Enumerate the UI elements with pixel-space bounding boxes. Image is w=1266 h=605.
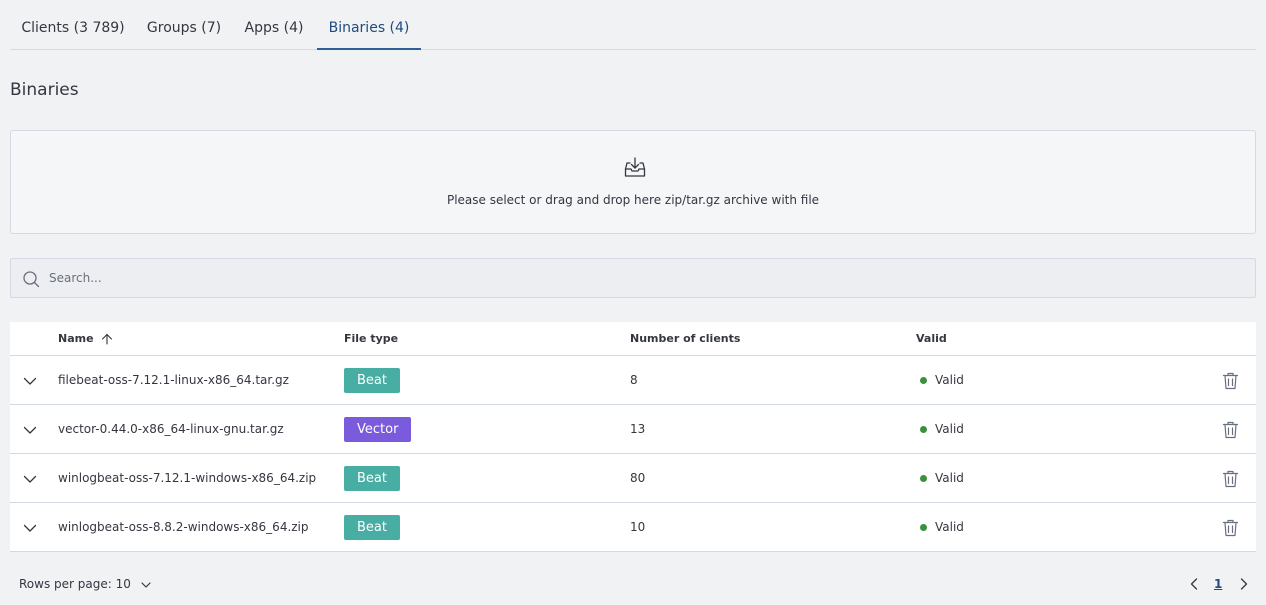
download-tray-icon bbox=[624, 157, 646, 177]
clients-count: 13 bbox=[630, 422, 646, 436]
column-header-name-label: Name bbox=[58, 332, 94, 345]
file-type-badge: Beat bbox=[344, 466, 400, 491]
search-bar bbox=[10, 258, 1256, 298]
table-row: winlogbeat-oss-8.8.2-windows-x86_64.zip … bbox=[10, 503, 1256, 552]
status-dot bbox=[920, 475, 927, 482]
status-text: Valid bbox=[935, 520, 964, 534]
column-header-name[interactable]: Name bbox=[58, 322, 113, 356]
chevron-down-icon[interactable] bbox=[22, 471, 38, 487]
trash-icon[interactable] bbox=[1222, 372, 1239, 390]
tab-clients[interactable]: Clients (3 789) bbox=[10, 0, 136, 50]
clients-count: 10 bbox=[630, 520, 646, 534]
tab-bar: Clients (3 789) Groups (7) Apps (4) Bina… bbox=[10, 0, 1256, 50]
trash-icon[interactable] bbox=[1222, 519, 1239, 537]
file-upload-dropzone[interactable]: Please select or drag and drop here zip/… bbox=[10, 130, 1256, 234]
file-type-badge: Beat bbox=[344, 515, 400, 540]
table-row: filebeat-oss-7.12.1-linux-x86_64.tar.gz … bbox=[10, 356, 1256, 405]
tab-apps[interactable]: Apps (4) bbox=[232, 0, 316, 50]
column-header-valid: Valid bbox=[916, 332, 947, 345]
search-icon bbox=[23, 271, 40, 288]
tab-groups[interactable]: Groups (7) bbox=[136, 0, 232, 50]
clients-count: 8 bbox=[630, 373, 638, 387]
table-row: vector-0.44.0-x86_64-linux-gnu.tar.gz Ve… bbox=[10, 405, 1256, 454]
rows-per-page-select[interactable]: Rows per page: 10 bbox=[19, 570, 152, 598]
page-title: Binaries bbox=[10, 80, 79, 100]
tab-binaries[interactable]: Binaries (4) bbox=[317, 0, 421, 50]
status-dot bbox=[920, 377, 927, 384]
page-number-button[interactable]: 1 bbox=[1214, 570, 1222, 598]
binary-name: winlogbeat-oss-7.12.1-windows-x86_64.zip bbox=[58, 471, 317, 485]
column-header-file-type: File type bbox=[344, 332, 399, 345]
chevron-down-icon[interactable] bbox=[22, 520, 38, 536]
status-text: Valid bbox=[935, 471, 964, 485]
status-text: Valid bbox=[935, 422, 964, 436]
file-type-badge: Vector bbox=[344, 417, 412, 442]
table-footer: Rows per page: 10 1 bbox=[0, 570, 1266, 598]
chevron-left-icon[interactable] bbox=[1187, 577, 1201, 591]
status-dot bbox=[920, 426, 927, 433]
column-header-clients: Number of clients bbox=[630, 332, 741, 345]
dropzone-text: Please select or drag and drop here zip/… bbox=[446, 193, 820, 207]
chevron-down-icon[interactable] bbox=[22, 373, 38, 389]
arrow-up-icon bbox=[102, 333, 113, 345]
rows-per-page-label: Rows per page: 10 bbox=[19, 577, 131, 591]
chevron-down-icon[interactable] bbox=[22, 422, 38, 438]
status-text: Valid bbox=[935, 373, 964, 387]
file-type-badge: Beat bbox=[344, 368, 400, 393]
trash-icon[interactable] bbox=[1222, 421, 1239, 439]
clients-count: 80 bbox=[630, 471, 646, 485]
table-row: winlogbeat-oss-7.12.1-windows-x86_64.zip… bbox=[10, 454, 1256, 503]
binary-name: winlogbeat-oss-8.8.2-windows-x86_64.zip bbox=[58, 520, 309, 534]
table-header: Name File type Number of clients Valid bbox=[10, 322, 1256, 356]
chevron-down-icon bbox=[141, 581, 151, 588]
chevron-right-icon[interactable] bbox=[1237, 577, 1251, 591]
status-dot bbox=[920, 524, 927, 531]
binary-name: vector-0.44.0-x86_64-linux-gnu.tar.gz bbox=[58, 422, 284, 436]
binaries-table: Name File type Number of clients Valid f… bbox=[10, 322, 1256, 552]
search-input[interactable] bbox=[49, 259, 1239, 297]
trash-icon[interactable] bbox=[1222, 470, 1239, 488]
binary-name: filebeat-oss-7.12.1-linux-x86_64.tar.gz bbox=[58, 373, 289, 387]
